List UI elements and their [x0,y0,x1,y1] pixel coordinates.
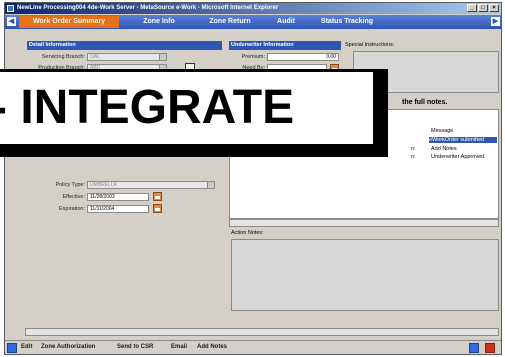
minimize-button[interactable]: _ [467,4,477,12]
message-row[interactable]: eWorkOrder submitted [429,137,497,143]
servicing-branch-value: OAL [90,54,101,60]
message-row-prefix: n: [411,154,416,160]
special-instructions-label: Special Instructions: [345,42,395,48]
ie-app-icon [7,5,14,12]
policy-type-value: UMBRELLA [90,182,117,188]
effective-date-input[interactable]: 11/28/2003 [87,193,149,201]
underwriter-info-heading: Underwriter Information [229,41,341,50]
send-to-csr-button[interactable]: Send to CSR [117,343,153,352]
horizontal-scrollbar[interactable] [25,328,499,336]
detail-info-heading: Detail Information [27,41,222,50]
expiration-date-input[interactable]: 11/11/2004 [87,205,149,213]
tab-zone-return[interactable]: Zone Return [197,16,263,28]
servicing-branch-select[interactable]: OAL [87,53,167,61]
overlay-banner: - INTEGRATE [0,69,376,147]
maximize-button[interactable]: □ [478,4,488,12]
bottom-action-bar: Edit Zone Authorization Send to CSR Emai… [5,340,501,354]
tab-work-order-summary[interactable]: Work Order Summary [19,16,119,28]
effective-label: Effective: [62,194,85,200]
policy-type-select[interactable]: UMBRELLA [87,181,215,189]
calendar-icon[interactable] [153,204,162,213]
premium-label: Premium: [241,54,265,60]
add-notes-button[interactable]: Add Notes [197,343,227,352]
message-text: eWorkOrder submitted [429,137,485,143]
message-column-header: Message [431,128,454,134]
window-controls: _ □ × [467,4,499,12]
tab-bar: ◀ Work Order Summary Zone Info Zone Retu… [5,15,501,29]
nav-back-icon[interactable] [7,343,17,353]
browser-window: NewLine Processing004 4de-Work Server - … [4,2,502,355]
message-row-prefix: n: [411,146,416,152]
calendar-icon[interactable] [153,192,162,201]
message-list-scrollbar[interactable] [229,219,499,227]
email-button[interactable]: Email [171,343,187,352]
notes-hint: the full notes. [402,99,448,106]
policy-type-label: Policy Type: [55,182,85,188]
action-notes-label: Action Notes: [231,230,264,236]
premium-input[interactable]: 0.00 [267,53,339,61]
tab-scroll-left-icon[interactable]: ◀ [7,17,16,26]
message-row[interactable]: Add Notes [431,146,457,152]
edit-button[interactable]: Edit [21,343,32,352]
nav-forward-icon[interactable] [469,343,479,353]
tab-status-tracking[interactable]: Status Tracking [309,16,385,28]
overlay-banner-shadow: - INTEGRATE [0,69,388,157]
expiration-label: Expiration: [59,206,85,212]
stop-icon[interactable] [485,343,495,353]
tab-scroll-right-icon[interactable]: ▶ [491,17,500,26]
message-row[interactable]: Underwriter Approved [431,154,484,160]
tab-zone-info[interactable]: Zone Info [129,16,189,28]
zone-authorization-button[interactable]: Zone Authorization [41,343,95,352]
tab-audit[interactable]: Audit [269,16,303,28]
overlay-banner-text: - INTEGRATE [0,81,295,134]
close-button[interactable]: × [489,4,499,12]
chevron-down-icon [207,182,214,188]
window-title: NewLine Processing004 4de-Work Server - … [17,5,279,11]
chevron-down-icon [159,54,166,60]
servicing-branch-label: Servicing Branch: [41,54,85,60]
window-titlebar: NewLine Processing004 4de-Work Server - … [5,3,501,14]
action-notes-textarea[interactable] [231,239,499,311]
